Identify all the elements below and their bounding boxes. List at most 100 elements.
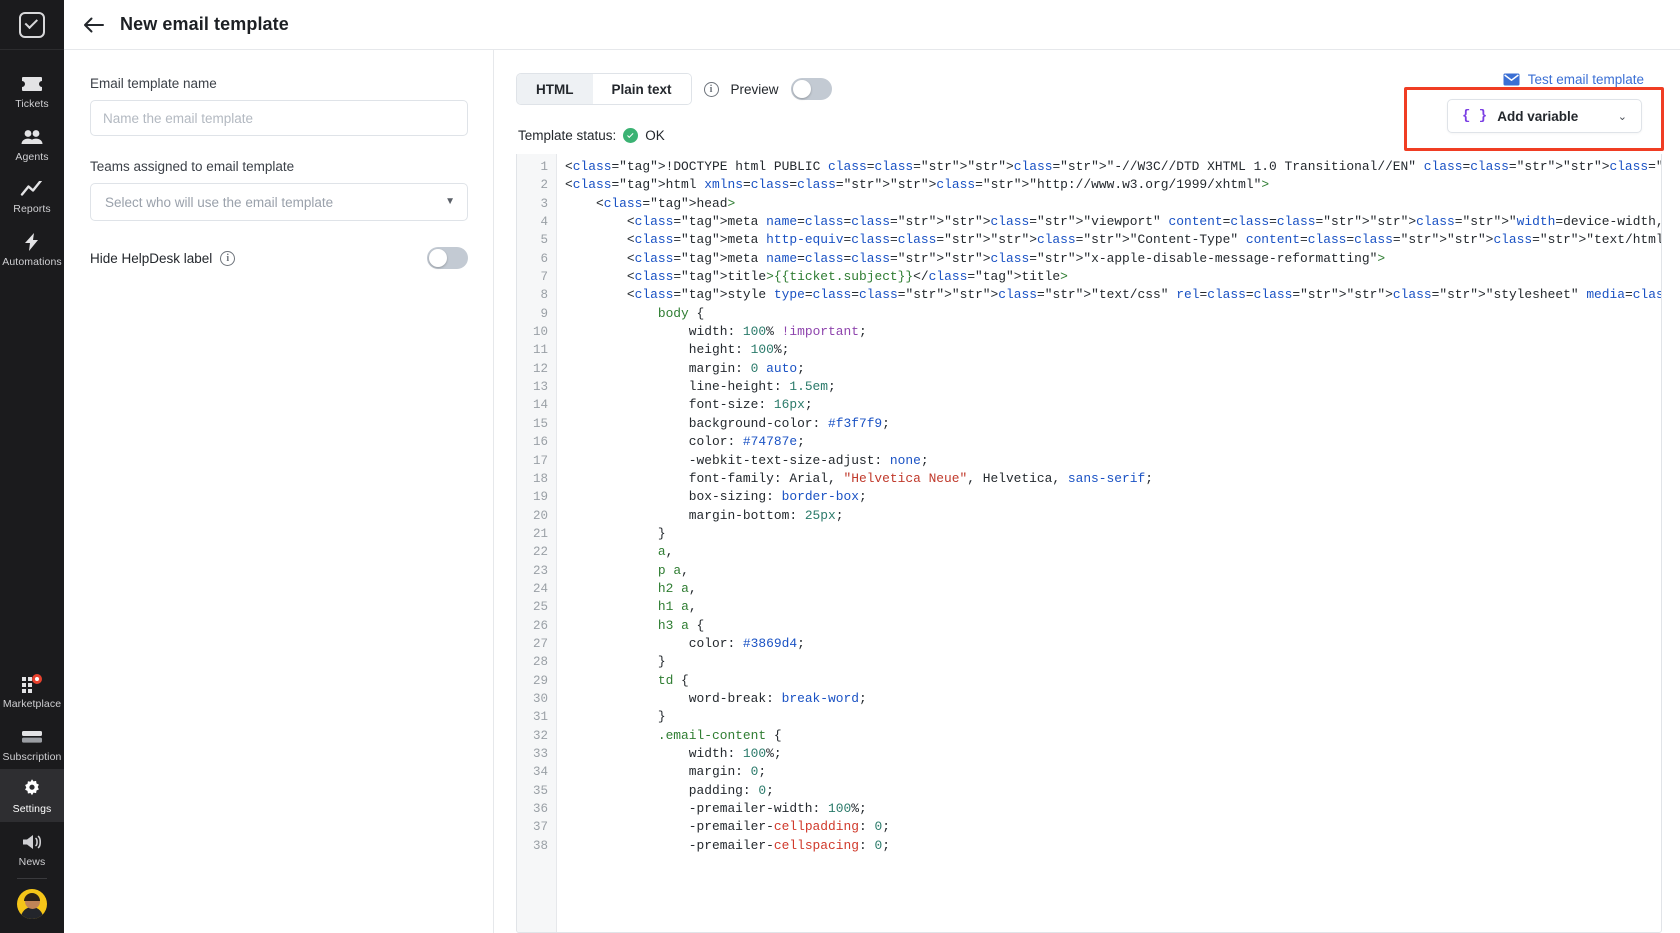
code-line: padding: 0; (565, 782, 774, 798)
test-email-template-link[interactable]: Test email template (1503, 72, 1644, 87)
code-line: h1 a, (657, 599, 697, 615)
automations-bolt-icon (20, 231, 44, 253)
line-number: 2 (540, 178, 548, 193)
sidebar-item-label: Subscription (2, 750, 62, 763)
ticket-icon (20, 73, 44, 95)
page-title: New email template (120, 14, 289, 34)
editor-info-icon[interactable]: i (703, 81, 719, 97)
code-line: color: #3869d4; (565, 635, 805, 651)
line-number: 19 (532, 490, 548, 505)
line-number: 9 (540, 306, 548, 321)
code-line: -premailer-width: 100%; (565, 801, 867, 817)
code-line: <class="tag">html xmlns=class=class="str… (565, 177, 1270, 193)
sidebar-item-automations[interactable]: Automations (0, 222, 64, 275)
sidebar-item-label: Settings (12, 803, 52, 815)
line-number: 35 (532, 783, 548, 798)
avatar[interactable] (17, 889, 47, 919)
code-line: margin: 0; (565, 764, 767, 780)
teams-select[interactable]: Select who will use the email template ▼ (90, 183, 468, 221)
teams-label: Teams assigned to email template (90, 159, 295, 174)
line-number: 11 (532, 343, 548, 358)
code-line: .email-content { (657, 727, 782, 743)
code-line: box-sizing: border-box; (565, 489, 867, 505)
template-name-input[interactable] (90, 100, 468, 136)
hide-helpdesk-label-text: Hide HelpDesk label (90, 250, 213, 266)
content-row: Email template name Teams assigned to em… (64, 50, 1680, 933)
line-number: 38 (532, 838, 548, 853)
hide-helpdesk-label-group: Hide HelpDesk label i (90, 250, 236, 266)
line-number: 3 (540, 196, 548, 211)
curly-braces-icon: { } (1462, 108, 1488, 124)
preview-toggle[interactable] (790, 78, 832, 100)
chevron-down-icon: ⌄ (1617, 110, 1627, 123)
line-number: 27 (532, 636, 548, 651)
info-icon[interactable]: i (220, 250, 236, 266)
line-number: 26 (532, 618, 548, 633)
line-number: 7 (540, 270, 548, 285)
code-line: <class="tag">style type=class=class="str… (565, 287, 1661, 303)
tab-html[interactable]: HTML (517, 74, 593, 104)
line-number: 34 (532, 765, 548, 780)
teams-select-value: Select who will use the email template (105, 194, 334, 210)
code-line: <class="tag">meta name=class=class="str"… (565, 250, 1386, 266)
line-number: 1 (540, 160, 548, 174)
line-number: 36 (532, 802, 548, 817)
line-number: 25 (532, 600, 548, 615)
code-line: <class="tag">head> (565, 195, 736, 211)
sidebar-bottom-group: Marketplace Subscription Settings News (0, 664, 64, 933)
code-line: height: 100%; (565, 342, 790, 358)
code-gutter: 1 2 3 4 5 6 7 8 9 10 11 12 13 14 15 16 17 18 19 20 21 22 23 24 2… (517, 154, 557, 932)
sidebar-divider (17, 878, 47, 879)
app-logo[interactable] (0, 0, 64, 50)
code-line: font-size: 16px; (565, 397, 813, 413)
subscription-card-icon (20, 726, 44, 748)
template-status-value: OK (645, 127, 665, 143)
sidebar-item-label: Marketplace (2, 698, 62, 710)
sidebar: Tickets Agents Reports Automations Marke… (0, 0, 64, 933)
template-settings-panel: Email template name Teams assigned to em… (64, 50, 494, 933)
back-arrow-icon[interactable] (82, 14, 104, 36)
sidebar-item-agents[interactable]: Agents (0, 117, 64, 170)
code-line: -premailer-cellpadding: 0; (565, 819, 890, 835)
line-number: 37 (532, 820, 548, 835)
code-line: word-break: break-word; (565, 690, 867, 706)
template-status-label: Template status: (518, 127, 617, 143)
add-variable-button[interactable]: { } Add variable ⌄ (1447, 99, 1642, 133)
line-number: 5 (540, 233, 548, 248)
main-area: New email template Email template name T… (64, 0, 1680, 933)
sidebar-item-reports[interactable]: Reports (0, 169, 64, 222)
sidebar-item-label: Automations (2, 255, 62, 268)
agents-icon (20, 126, 44, 148)
sidebar-item-label: News (18, 855, 46, 868)
sidebar-item-news[interactable]: News (0, 822, 64, 875)
code-line: body { (657, 305, 705, 321)
code-line: } (565, 654, 666, 670)
line-number: 13 (532, 380, 548, 395)
envelope-icon (1503, 73, 1520, 86)
code-line: td { (657, 672, 689, 688)
line-number: 23 (532, 563, 548, 578)
line-number: 28 (532, 655, 548, 670)
line-number: 10 (532, 325, 548, 340)
code-line: margin-bottom: 25px; (565, 507, 844, 523)
hide-helpdesk-label-toggle[interactable] (427, 247, 468, 269)
code-line: background-color: #f3f7f9; (565, 415, 890, 431)
line-number: 24 (532, 581, 548, 596)
test-email-template-text: Test email template (1527, 72, 1644, 87)
line-number: 16 (532, 435, 548, 450)
teams-field: Teams assigned to email template Select … (90, 159, 468, 221)
gear-icon (20, 778, 44, 800)
sidebar-item-tickets[interactable]: Tickets (0, 64, 64, 117)
sidebar-item-settings[interactable]: Settings (0, 769, 64, 822)
helpdesk-logo-icon (19, 11, 45, 38)
sidebar-item-subscription[interactable]: Subscription (0, 717, 64, 770)
line-number: 22 (532, 545, 548, 560)
app-root: Tickets Agents Reports Automations Marke… (0, 0, 1680, 933)
line-number: 8 (540, 288, 548, 303)
line-number: 14 (532, 398, 548, 413)
tab-plain-text[interactable]: Plain text (592, 74, 691, 104)
sidebar-item-label: Tickets (15, 98, 49, 110)
sidebar-item-marketplace[interactable]: Marketplace (0, 664, 64, 717)
code-content[interactable]: <class="tag">!DOCTYPE html PUBLIC class=… (557, 154, 1661, 932)
code-editor[interactable]: 1 2 3 4 5 6 7 8 9 10 11 12 13 14 15 16 17 18 19 20 21 22 23 24 2… (516, 154, 1662, 933)
